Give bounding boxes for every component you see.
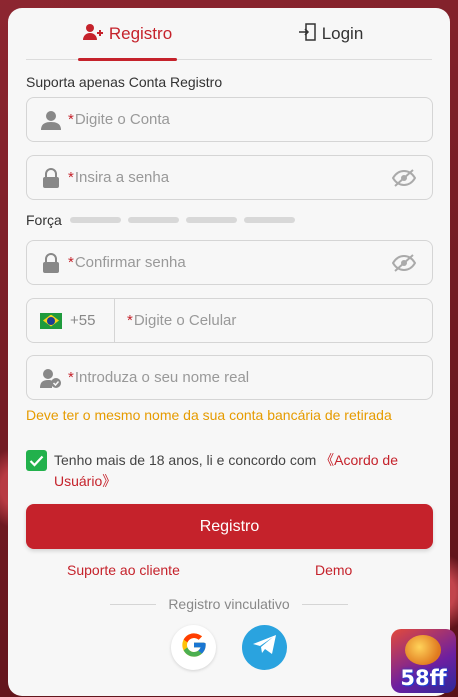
google-login-button[interactable] <box>171 625 216 670</box>
account-field: * <box>26 97 433 142</box>
password-strength: Força <box>26 212 295 228</box>
divider-line <box>301 603 349 605</box>
user-icon <box>40 109 62 131</box>
strength-bar <box>185 217 237 223</box>
telegram-login-button[interactable] <box>242 625 287 670</box>
password-input[interactable] <box>74 156 392 199</box>
google-icon <box>180 631 208 664</box>
required-mark: * <box>68 369 74 386</box>
realname-warning: Deve ter o mesmo nome da sua conta bancá… <box>26 407 392 423</box>
tab-login[interactable]: Login <box>229 8 432 60</box>
tab-login-label: Login <box>321 24 364 43</box>
strength-label: Força <box>26 212 62 228</box>
eye-hidden-icon[interactable] <box>392 252 418 274</box>
strength-bar <box>69 217 121 223</box>
realname-field: * <box>26 355 433 400</box>
lock-icon <box>40 252 62 274</box>
agreement: Tenho mais de 18 anos, li e concordo com… <box>26 450 426 492</box>
login-door-icon <box>298 22 316 46</box>
required-mark: * <box>68 169 74 186</box>
telegram-icon <box>252 634 278 661</box>
brazil-flag-icon <box>40 312 62 329</box>
brand-logo[interactable]: 58ff <box>391 629 456 693</box>
phone-field: +55 * <box>26 298 433 343</box>
demo-link[interactable]: Demo <box>315 562 352 578</box>
country-code-selector[interactable]: +55 <box>27 299 115 342</box>
strength-bars <box>69 217 295 223</box>
phone-input[interactable] <box>133 299 432 342</box>
support-hint: Suporta apenas Conta Registro <box>26 74 223 90</box>
strength-bar <box>243 217 295 223</box>
account-input[interactable] <box>74 98 432 141</box>
strength-bar <box>127 217 179 223</box>
lock-icon <box>40 167 62 189</box>
required-mark: * <box>127 312 133 329</box>
tab-register[interactable]: Registro <box>26 8 229 61</box>
auth-tabs: Registro Login <box>26 8 432 61</box>
agreement-text: Tenho mais de 18 anos, li e concordo com <box>54 452 321 468</box>
checkmark-icon <box>29 455 44 467</box>
confirm-password-field: * <box>26 240 433 285</box>
realname-input[interactable] <box>74 356 432 399</box>
agreement-checkbox[interactable] <box>26 450 47 471</box>
user-verified-icon <box>40 367 62 389</box>
confirm-password-input[interactable] <box>74 241 392 284</box>
social-divider-label: Registro vinculativo <box>168 596 290 612</box>
register-submit-button[interactable]: Registro <box>26 504 433 549</box>
social-divider: Registro vinculativo <box>110 596 349 612</box>
customer-support-link[interactable]: Suporte ao cliente <box>67 562 180 578</box>
add-user-icon <box>82 23 103 46</box>
required-mark: * <box>68 111 74 128</box>
register-panel: Registro Login Suporta apenas Conta Regi… <box>8 8 450 696</box>
agreement-text-block: Tenho mais de 18 anos, li e concordo com… <box>54 450 426 492</box>
divider-line <box>110 603 157 605</box>
required-mark: * <box>68 254 74 271</box>
eye-hidden-icon[interactable] <box>392 167 418 189</box>
password-field: * <box>26 155 433 200</box>
tab-register-label: Registro <box>108 24 173 43</box>
brand-logo-text: 58ff <box>400 666 447 690</box>
country-code: +55 <box>70 312 96 329</box>
